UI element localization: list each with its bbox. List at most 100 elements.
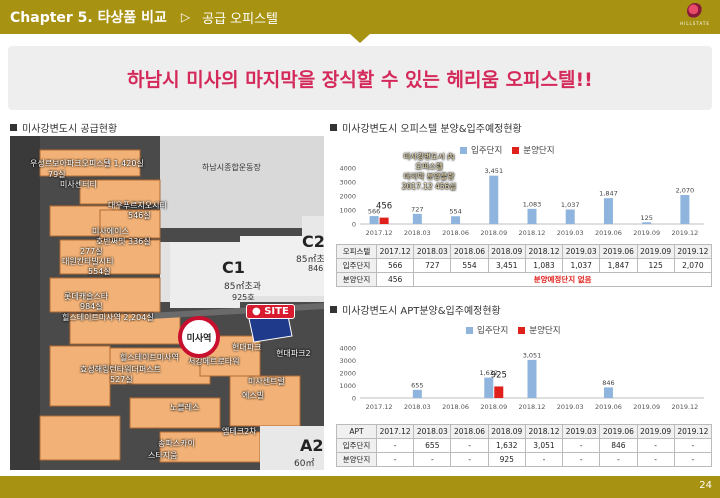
lot-c1-units: 925호 (232, 293, 255, 302)
x-tick-label: 2018.03 (404, 403, 431, 411)
officetel-table: 오피스텔 2017.12 2018.03 2018.06 2018.09 201… (336, 244, 713, 287)
bar-move-in (489, 175, 499, 224)
page-number: 24 (699, 480, 712, 491)
x-tick-label: 2018.06 (442, 403, 469, 411)
headline-banner: 하남시 미사의 마지막을 장식할 수 있는 헤리움 오피스텔!! (8, 46, 712, 110)
officetel-bar-chart: 010002000300040005664562017.127272018.03… (339, 165, 704, 237)
bar-move-in (527, 359, 537, 398)
x-tick-label: 2017.12 (366, 229, 393, 237)
header-bar: Chapter 5. 타상품 비교 ▷ 공급 오피스텔 HILLSTATE (0, 0, 720, 34)
lot-c2-units: 846 (308, 264, 324, 273)
map-label: 힐스테이트미사역 2,204실 (62, 313, 154, 322)
play-arrow-icon: ▷ (180, 10, 191, 24)
table-cell: - (562, 438, 601, 453)
map-label: 현대파크2 (276, 349, 311, 358)
table-cell: 3,051 (524, 438, 564, 453)
bullet-square-icon (10, 124, 17, 131)
bullet-square-icon (330, 306, 337, 313)
x-tick-label: 2018.12 (519, 229, 546, 237)
table-cell: 2019.09 (636, 244, 675, 259)
map-label: 우성르보아파크오피스텔 1,420실 (30, 159, 144, 168)
chapter-title: Chapter 5. 타상품 비교 (10, 10, 167, 26)
chart2-legend: 입주단지 분양단지 (466, 324, 561, 336)
site-badge[interactable]: ● SITE (246, 304, 295, 319)
callout-line: 마지막 분양물량 (403, 172, 455, 181)
chart2-section-title: 미사강변도시 APT분양&입주예정현황 (330, 302, 501, 317)
chart2-section-label: 미사강변도시 APT분양&입주예정현황 (342, 306, 501, 317)
table-cell: - (636, 452, 675, 467)
bar-data-label: 1,037 (561, 201, 580, 209)
x-tick-label: 2019.06 (595, 403, 622, 411)
bar-data-label: 2,070 (676, 187, 695, 195)
site-map: 하남시종합운동장 우성르보아파크오피스텔 1,420실 79실 미사센터티 대우… (10, 136, 324, 470)
map-label: 미사센터티 (60, 180, 97, 189)
table-cell: 2018.03 (413, 244, 452, 259)
table-cell: 2018.03 (413, 424, 452, 439)
station-marker[interactable]: 미사역 (178, 316, 220, 358)
table-cell: 456 (375, 272, 415, 287)
bar-sale (494, 386, 504, 398)
bar-move-in (412, 389, 422, 398)
table-cell: 입주단지 (336, 438, 377, 453)
table-cell: 1,847 (599, 258, 638, 273)
sale-data-label: 456 (376, 202, 392, 212)
chart1-section-label: 미사강변도시 오피스텔 분양&입주예정현황 (342, 124, 522, 135)
table-cell: 125 (636, 258, 675, 273)
table-cell: - (450, 452, 489, 467)
table-cell: 2,070 (673, 258, 713, 273)
lot-a2-label: A2 (300, 436, 324, 455)
sale-data-label: 925 (491, 370, 507, 380)
table-row: 분양단지 - - - 925 - - - - - (336, 452, 713, 467)
x-tick-label: 2019.12 (671, 229, 698, 237)
lot-c1-label: C1 (222, 258, 245, 277)
chart1-callout: 미사강변도시 內 오피스텔 마지막 분양물량 2017.12 456실 (400, 152, 458, 192)
table-cell: - (599, 452, 638, 467)
y-tick-label: 0 (352, 221, 356, 229)
bar-data-label: 727 (411, 205, 423, 213)
chart1-legend: 입주단지 분양단지 (460, 144, 555, 156)
lot-c2-label: C2 (302, 232, 324, 251)
x-tick-label: 2018.12 (519, 403, 546, 411)
y-tick-label: 1000 (339, 207, 356, 215)
x-tick-label: 2018.03 (404, 229, 431, 237)
legend-label-sale: 분양단지 (523, 146, 555, 156)
x-tick-label: 2018.09 (480, 403, 507, 411)
legend-swatch-sale (518, 326, 526, 334)
x-tick-label: 2017.12 (366, 403, 393, 411)
x-tick-label: 2019.12 (671, 403, 698, 411)
table-cell: - (450, 438, 489, 453)
x-tick-label: 2018.06 (442, 229, 469, 237)
table-cell: 2018.09 (487, 424, 526, 439)
map-illustration (10, 136, 324, 470)
table-cell: 2018.06 (450, 244, 489, 259)
map-label: 힐스테이트미사역 (120, 353, 179, 362)
table-cell: 925 (487, 452, 526, 467)
table-cell: 2019.06 (599, 244, 638, 259)
header-notch (350, 34, 370, 43)
legend-swatch-move-in (466, 326, 473, 334)
table-header-row: 오피스텔 2017.12 2018.03 2018.06 2018.09 201… (336, 244, 713, 259)
map-label: 546실 (128, 211, 151, 220)
map-label: 미사에이스 (92, 227, 129, 236)
table-cell: 2017.12 (375, 244, 415, 259)
legend-swatch-sale (512, 146, 520, 154)
map-section-title: 미사강변도시 공급현황 (10, 120, 117, 135)
callout-line: 오피스텔 (415, 162, 443, 171)
bar-data-label: 846 (602, 379, 614, 387)
brand-logo: HILLSTATE (680, 3, 710, 31)
bar-data-label: 1,083 (523, 200, 542, 208)
table-cell: 655 (413, 438, 452, 453)
site-pin-icon: ● (252, 306, 261, 317)
bar-data-label: 3,451 (484, 167, 503, 175)
map-label: 엠테크2차 (222, 427, 257, 436)
table-cell: - (524, 452, 564, 467)
chart1-section-title: 미사강변도시 오피스텔 분양&입주예정현황 (330, 120, 522, 135)
table-cell: APT (336, 424, 377, 439)
bar-move-in (565, 209, 575, 224)
logo-mark-icon (687, 3, 703, 19)
table-cell: - (673, 438, 713, 453)
table-cell: 566 (375, 258, 415, 273)
apt-bar-chart: 0 1000 2000 3000 4000 2017.12 655 2018.03 2018.0… (339, 345, 704, 411)
x-tick-label: 2019.09 (633, 229, 660, 237)
table-cell: 2019.03 (562, 424, 601, 439)
